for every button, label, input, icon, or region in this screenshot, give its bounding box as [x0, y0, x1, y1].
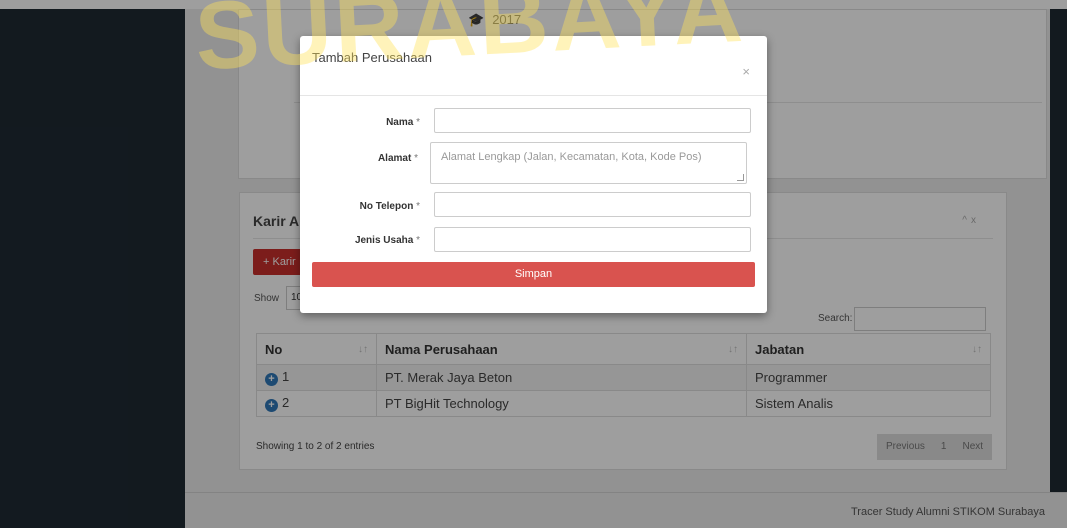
alamat-textarea[interactable]: Alamat Lengkap (Jalan, Kecamatan, Kota, … [430, 142, 747, 184]
simpan-button[interactable]: Simpan [312, 262, 755, 287]
nama-input[interactable] [434, 108, 751, 133]
tambah-perusahaan-modal: Tambah Perusahaan × Nama * Alamat * Alam… [300, 36, 767, 313]
jenis-usaha-label: Jenis Usaha * [354, 235, 420, 246]
alamat-label: Alamat * [377, 153, 418, 164]
close-icon[interactable]: × [742, 64, 750, 79]
nama-label: Nama * [386, 117, 420, 128]
telepon-input[interactable] [434, 192, 751, 217]
jenis-usaha-input[interactable] [434, 227, 751, 252]
modal-divider [300, 95, 767, 96]
telepon-label: No Telepon * [359, 201, 420, 212]
alamat-placeholder: Alamat Lengkap (Jalan, Kecamatan, Kota, … [441, 151, 702, 163]
modal-title: Tambah Perusahaan [312, 50, 432, 65]
resize-handle-icon[interactable] [737, 174, 744, 181]
